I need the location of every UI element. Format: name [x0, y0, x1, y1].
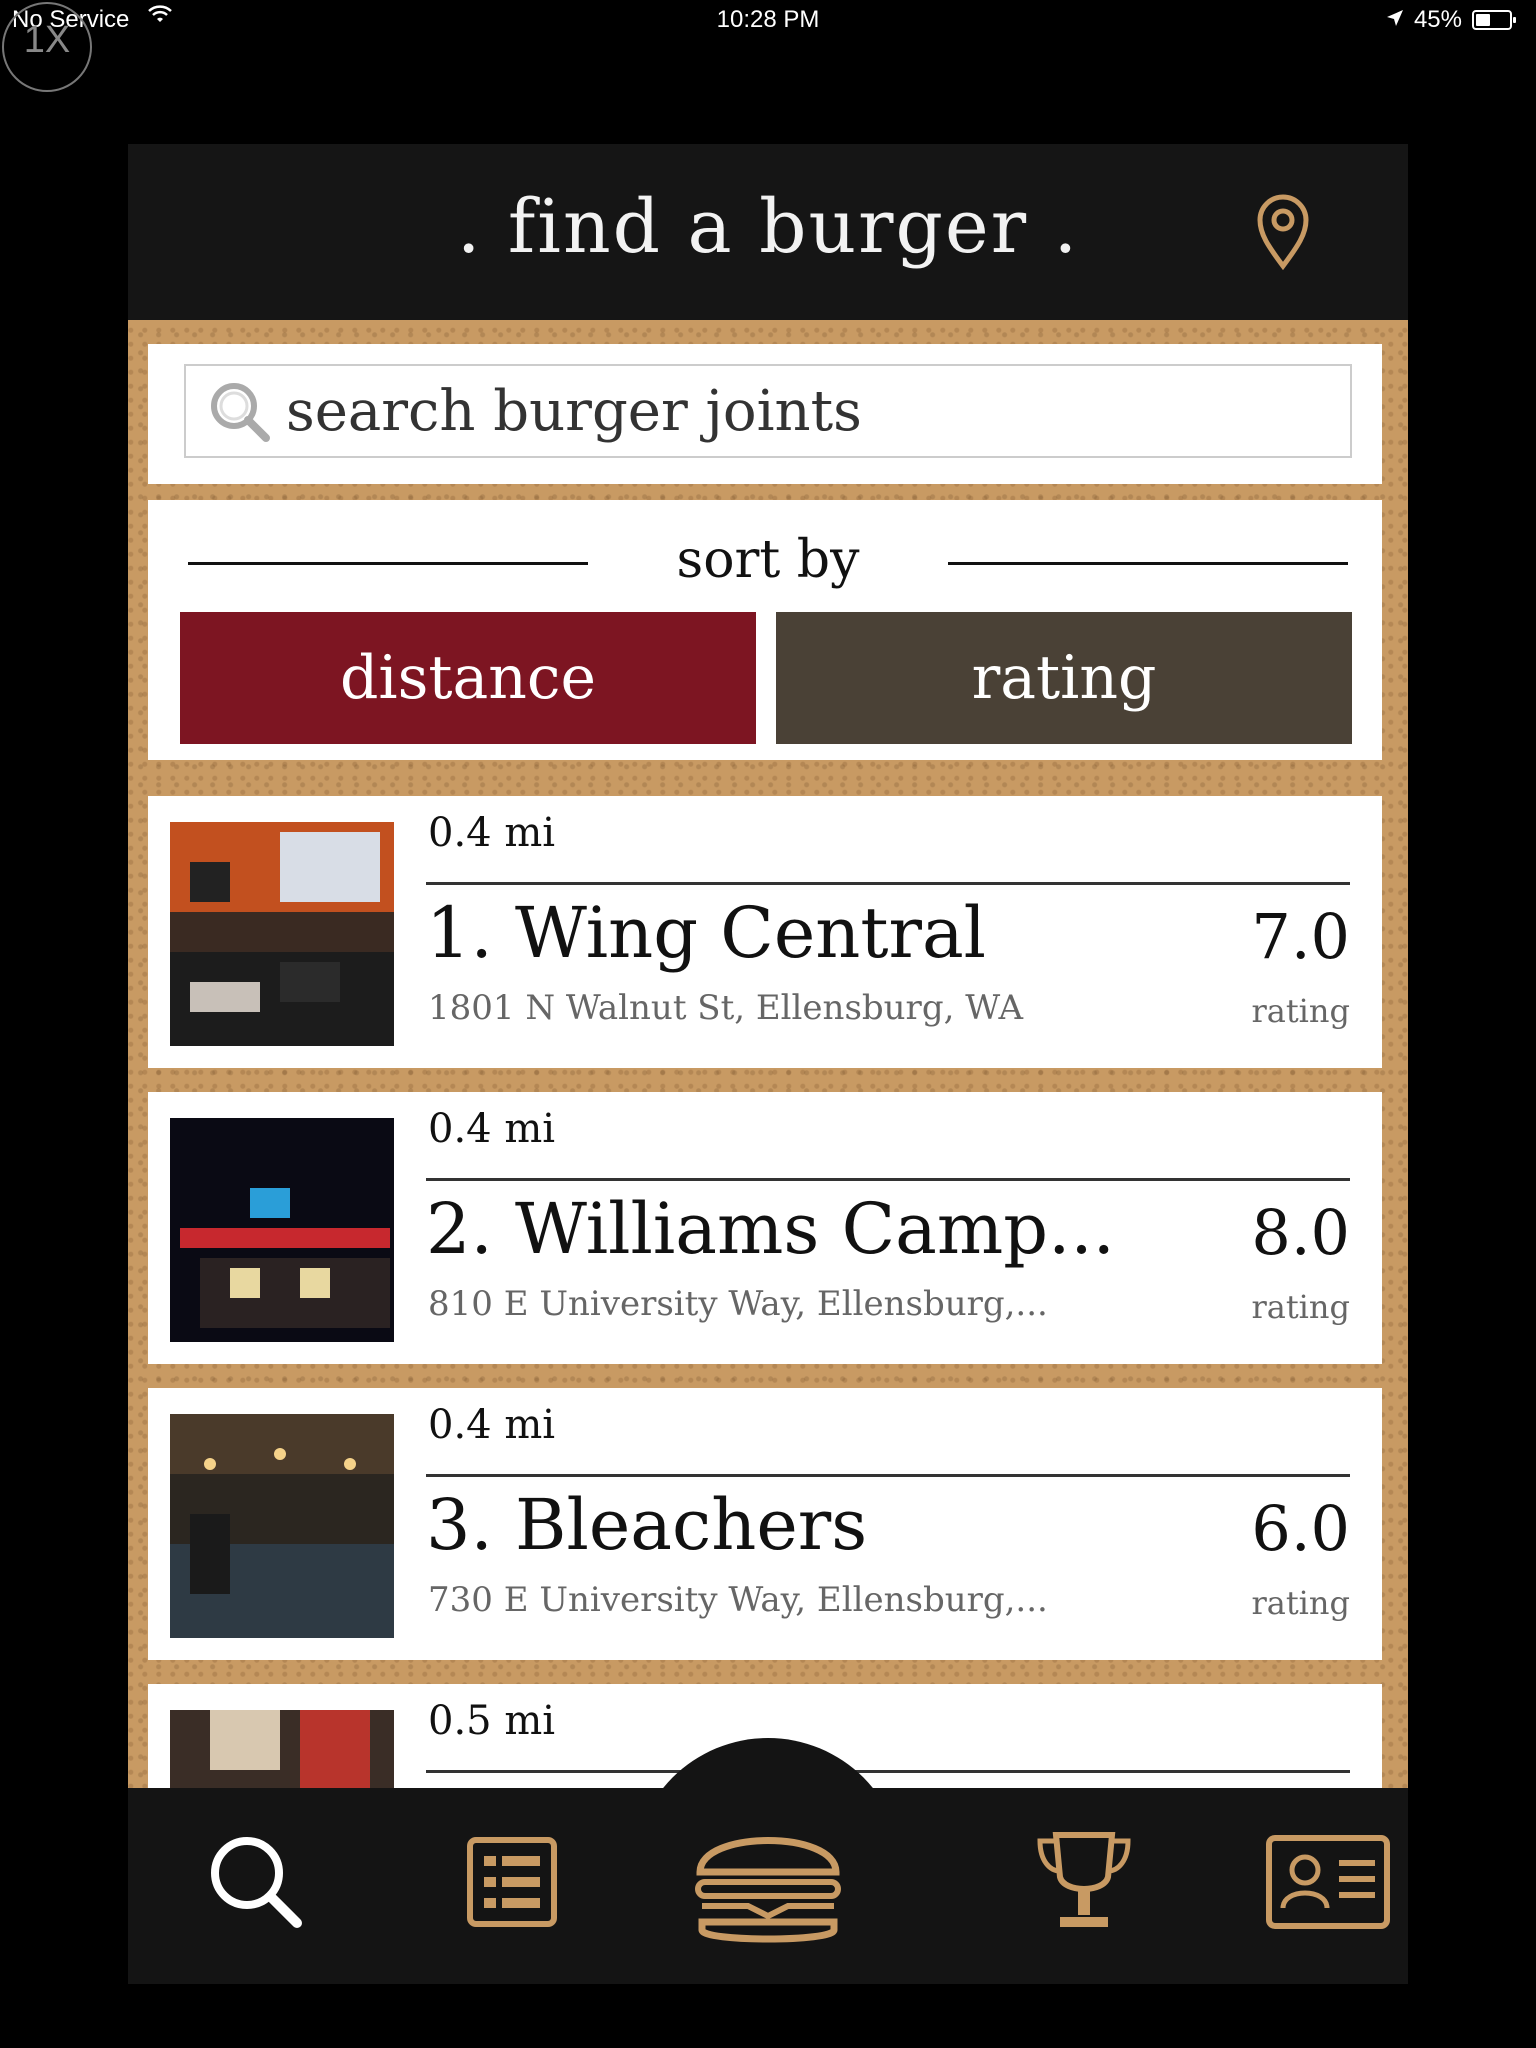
clock: 10:28 PM	[716, 6, 820, 33]
profile-card-icon	[1263, 1832, 1393, 1936]
divider-line	[426, 1178, 1350, 1181]
status-right: 45%	[1386, 6, 1516, 34]
list-icon	[462, 1832, 562, 1936]
rating-label: rating	[1251, 992, 1350, 1030]
sort-panel: sort by distance rating	[148, 500, 1382, 760]
zoom-badge[interactable]: 1X	[2, 2, 92, 92]
restaurant-name: 2. Williams Camp...	[426, 1188, 1115, 1270]
location-arrow-icon	[1386, 6, 1404, 34]
distance-label: 0.4 mi	[428, 1106, 556, 1152]
tab-profile[interactable]	[1266, 1824, 1390, 1944]
restaurant-address: 1801 N Walnut St, Ellensburg, WA	[428, 988, 1023, 1028]
distance-label: 0.4 mi	[428, 1402, 556, 1448]
search-box[interactable]	[184, 364, 1352, 458]
divider-line	[426, 1474, 1350, 1477]
rating-label: rating	[1251, 1288, 1350, 1326]
distance-label: 0.5 mi	[428, 1698, 556, 1744]
rating-value: 8.0	[1251, 1196, 1350, 1269]
restaurant-address: 730 E University Way, Ellensburg,...	[428, 1580, 1048, 1620]
restaurant-name: 1. Wing Central	[426, 892, 987, 974]
rating-value: 6.0	[1251, 1492, 1350, 1565]
tab-trophy[interactable]	[1024, 1824, 1144, 1944]
rating-label: rating	[1251, 1584, 1350, 1622]
divider-line	[426, 1770, 1350, 1773]
battery-icon	[1472, 10, 1516, 30]
sort-label-row: sort by	[188, 530, 1348, 590]
burger-icon	[688, 1812, 848, 1956]
sort-label: sort by	[676, 530, 860, 590]
search-panel	[148, 344, 1382, 484]
app-header: . find a burger .	[128, 144, 1408, 320]
list-item[interactable]: 0.4 mi 2. Williams Camp... 810 E Univers…	[148, 1092, 1382, 1364]
tab-search[interactable]	[196, 1824, 316, 1944]
page-title: . find a burger .	[456, 184, 1080, 270]
sort-rating-button[interactable]: rating	[776, 612, 1352, 744]
app-frame: . find a burger . sort by di	[128, 144, 1408, 1984]
restaurant-photo	[170, 822, 394, 1046]
restaurant-name: 3. Bleachers	[426, 1484, 868, 1566]
trophy-icon	[1034, 1827, 1134, 1941]
search-icon	[204, 376, 274, 446]
status-bar: No Service 10:28 PM 45%	[0, 0, 1536, 44]
distance-label: 0.4 mi	[428, 810, 556, 856]
list-item[interactable]: 0.4 mi 3. Bleachers 730 E University Way…	[148, 1388, 1382, 1660]
search-input[interactable]	[284, 377, 1288, 445]
divider-line	[426, 882, 1350, 885]
search-icon	[201, 1827, 311, 1941]
sort-distance-button[interactable]: distance	[180, 612, 756, 744]
restaurant-photo	[170, 1118, 394, 1342]
map-pin-icon[interactable]	[1248, 190, 1318, 271]
list-item[interactable]: 0.4 mi 1. Wing Central 1801 N Walnut St,…	[148, 796, 1382, 1068]
restaurant-photo	[170, 1414, 394, 1638]
tab-list[interactable]	[452, 1824, 572, 1944]
divider-line	[948, 562, 1348, 565]
restaurant-address: 810 E University Way, Ellensburg,...	[428, 1284, 1048, 1324]
rating-value: 7.0	[1251, 900, 1350, 973]
tab-burger[interactable]	[688, 1804, 848, 1964]
battery-percent: 45%	[1413, 6, 1462, 33]
